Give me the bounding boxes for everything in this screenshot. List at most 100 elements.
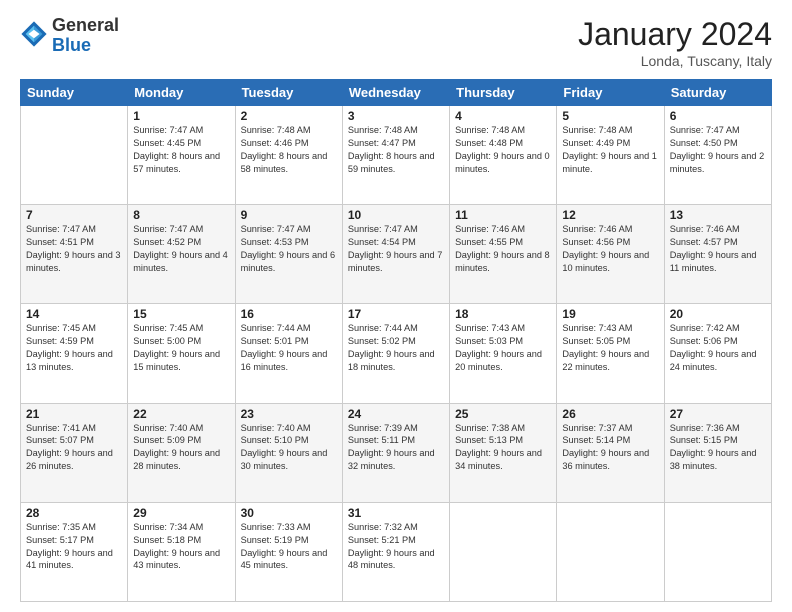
day-number: 14 (26, 307, 122, 321)
header-day-thursday: Thursday (450, 80, 557, 106)
calendar-cell (557, 502, 664, 601)
day-number: 21 (26, 407, 122, 421)
calendar-cell: 22Sunrise: 7:40 AMSunset: 5:09 PMDayligh… (128, 403, 235, 502)
day-number: 2 (241, 109, 337, 123)
calendar-cell: 6Sunrise: 7:47 AMSunset: 4:50 PMDaylight… (664, 106, 771, 205)
week-row-4: 28Sunrise: 7:35 AMSunset: 5:17 PMDayligh… (21, 502, 772, 601)
logo-general-text: General (52, 16, 119, 36)
day-info: Sunrise: 7:42 AMSunset: 5:06 PMDaylight:… (670, 322, 766, 374)
day-number: 8 (133, 208, 229, 222)
day-number: 12 (562, 208, 658, 222)
day-info: Sunrise: 7:47 AMSunset: 4:50 PMDaylight:… (670, 124, 766, 176)
day-info: Sunrise: 7:37 AMSunset: 5:14 PMDaylight:… (562, 422, 658, 474)
calendar-cell: 26Sunrise: 7:37 AMSunset: 5:14 PMDayligh… (557, 403, 664, 502)
logo-blue-text: Blue (52, 36, 119, 56)
logo-icon (20, 20, 48, 48)
day-number: 11 (455, 208, 551, 222)
day-number: 13 (670, 208, 766, 222)
day-number: 7 (26, 208, 122, 222)
logo-text: General Blue (52, 16, 119, 56)
day-info: Sunrise: 7:36 AMSunset: 5:15 PMDaylight:… (670, 422, 766, 474)
calendar-cell (450, 502, 557, 601)
month-title: January 2024 (578, 16, 772, 53)
day-info: Sunrise: 7:35 AMSunset: 5:17 PMDaylight:… (26, 521, 122, 573)
calendar-cell: 1Sunrise: 7:47 AMSunset: 4:45 PMDaylight… (128, 106, 235, 205)
day-info: Sunrise: 7:41 AMSunset: 5:07 PMDaylight:… (26, 422, 122, 474)
week-row-1: 7Sunrise: 7:47 AMSunset: 4:51 PMDaylight… (21, 205, 772, 304)
day-info: Sunrise: 7:39 AMSunset: 5:11 PMDaylight:… (348, 422, 444, 474)
day-info: Sunrise: 7:33 AMSunset: 5:19 PMDaylight:… (241, 521, 337, 573)
day-info: Sunrise: 7:44 AMSunset: 5:02 PMDaylight:… (348, 322, 444, 374)
day-info: Sunrise: 7:40 AMSunset: 5:10 PMDaylight:… (241, 422, 337, 474)
header-row: SundayMondayTuesdayWednesdayThursdayFrid… (21, 80, 772, 106)
day-number: 16 (241, 307, 337, 321)
day-number: 6 (670, 109, 766, 123)
calendar-cell: 19Sunrise: 7:43 AMSunset: 5:05 PMDayligh… (557, 304, 664, 403)
title-area: January 2024 Londa, Tuscany, Italy (578, 16, 772, 69)
day-info: Sunrise: 7:46 AMSunset: 4:56 PMDaylight:… (562, 223, 658, 275)
day-number: 19 (562, 307, 658, 321)
day-info: Sunrise: 7:45 AMSunset: 4:59 PMDaylight:… (26, 322, 122, 374)
day-info: Sunrise: 7:40 AMSunset: 5:09 PMDaylight:… (133, 422, 229, 474)
calendar-cell: 12Sunrise: 7:46 AMSunset: 4:56 PMDayligh… (557, 205, 664, 304)
calendar-table: SundayMondayTuesdayWednesdayThursdayFrid… (20, 79, 772, 602)
day-info: Sunrise: 7:48 AMSunset: 4:47 PMDaylight:… (348, 124, 444, 176)
location: Londa, Tuscany, Italy (578, 53, 772, 69)
calendar-cell: 11Sunrise: 7:46 AMSunset: 4:55 PMDayligh… (450, 205, 557, 304)
day-number: 24 (348, 407, 444, 421)
day-info: Sunrise: 7:47 AMSunset: 4:53 PMDaylight:… (241, 223, 337, 275)
calendar-cell: 30Sunrise: 7:33 AMSunset: 5:19 PMDayligh… (235, 502, 342, 601)
calendar-cell (664, 502, 771, 601)
day-number: 25 (455, 407, 551, 421)
day-number: 26 (562, 407, 658, 421)
day-number: 4 (455, 109, 551, 123)
calendar-cell: 14Sunrise: 7:45 AMSunset: 4:59 PMDayligh… (21, 304, 128, 403)
logo: General Blue (20, 16, 119, 56)
day-number: 1 (133, 109, 229, 123)
day-number: 15 (133, 307, 229, 321)
header-day-sunday: Sunday (21, 80, 128, 106)
week-row-2: 14Sunrise: 7:45 AMSunset: 4:59 PMDayligh… (21, 304, 772, 403)
calendar-cell: 5Sunrise: 7:48 AMSunset: 4:49 PMDaylight… (557, 106, 664, 205)
calendar-cell: 13Sunrise: 7:46 AMSunset: 4:57 PMDayligh… (664, 205, 771, 304)
calendar-cell: 29Sunrise: 7:34 AMSunset: 5:18 PMDayligh… (128, 502, 235, 601)
header-day-saturday: Saturday (664, 80, 771, 106)
calendar-cell: 18Sunrise: 7:43 AMSunset: 5:03 PMDayligh… (450, 304, 557, 403)
day-info: Sunrise: 7:45 AMSunset: 5:00 PMDaylight:… (133, 322, 229, 374)
day-info: Sunrise: 7:44 AMSunset: 5:01 PMDaylight:… (241, 322, 337, 374)
calendar-cell: 10Sunrise: 7:47 AMSunset: 4:54 PMDayligh… (342, 205, 449, 304)
day-number: 23 (241, 407, 337, 421)
day-info: Sunrise: 7:43 AMSunset: 5:05 PMDaylight:… (562, 322, 658, 374)
calendar-cell: 3Sunrise: 7:48 AMSunset: 4:47 PMDaylight… (342, 106, 449, 205)
header-day-tuesday: Tuesday (235, 80, 342, 106)
day-info: Sunrise: 7:48 AMSunset: 4:49 PMDaylight:… (562, 124, 658, 176)
week-row-3: 21Sunrise: 7:41 AMSunset: 5:07 PMDayligh… (21, 403, 772, 502)
day-info: Sunrise: 7:43 AMSunset: 5:03 PMDaylight:… (455, 322, 551, 374)
calendar-cell: 31Sunrise: 7:32 AMSunset: 5:21 PMDayligh… (342, 502, 449, 601)
day-info: Sunrise: 7:32 AMSunset: 5:21 PMDaylight:… (348, 521, 444, 573)
calendar-cell: 8Sunrise: 7:47 AMSunset: 4:52 PMDaylight… (128, 205, 235, 304)
day-info: Sunrise: 7:46 AMSunset: 4:57 PMDaylight:… (670, 223, 766, 275)
day-number: 22 (133, 407, 229, 421)
calendar-cell: 7Sunrise: 7:47 AMSunset: 4:51 PMDaylight… (21, 205, 128, 304)
calendar-cell: 4Sunrise: 7:48 AMSunset: 4:48 PMDaylight… (450, 106, 557, 205)
day-info: Sunrise: 7:47 AMSunset: 4:51 PMDaylight:… (26, 223, 122, 275)
calendar-cell: 17Sunrise: 7:44 AMSunset: 5:02 PMDayligh… (342, 304, 449, 403)
calendar-cell: 23Sunrise: 7:40 AMSunset: 5:10 PMDayligh… (235, 403, 342, 502)
day-number: 9 (241, 208, 337, 222)
calendar-cell: 9Sunrise: 7:47 AMSunset: 4:53 PMDaylight… (235, 205, 342, 304)
day-number: 3 (348, 109, 444, 123)
calendar-cell: 2Sunrise: 7:48 AMSunset: 4:46 PMDaylight… (235, 106, 342, 205)
page: General Blue January 2024 Londa, Tuscany… (0, 0, 792, 612)
day-info: Sunrise: 7:46 AMSunset: 4:55 PMDaylight:… (455, 223, 551, 275)
calendar-cell: 27Sunrise: 7:36 AMSunset: 5:15 PMDayligh… (664, 403, 771, 502)
header: General Blue January 2024 Londa, Tuscany… (20, 16, 772, 69)
day-number: 10 (348, 208, 444, 222)
header-day-monday: Monday (128, 80, 235, 106)
day-info: Sunrise: 7:47 AMSunset: 4:52 PMDaylight:… (133, 223, 229, 275)
calendar-cell: 16Sunrise: 7:44 AMSunset: 5:01 PMDayligh… (235, 304, 342, 403)
day-info: Sunrise: 7:48 AMSunset: 4:48 PMDaylight:… (455, 124, 551, 176)
calendar-cell: 15Sunrise: 7:45 AMSunset: 5:00 PMDayligh… (128, 304, 235, 403)
day-info: Sunrise: 7:48 AMSunset: 4:46 PMDaylight:… (241, 124, 337, 176)
day-number: 27 (670, 407, 766, 421)
